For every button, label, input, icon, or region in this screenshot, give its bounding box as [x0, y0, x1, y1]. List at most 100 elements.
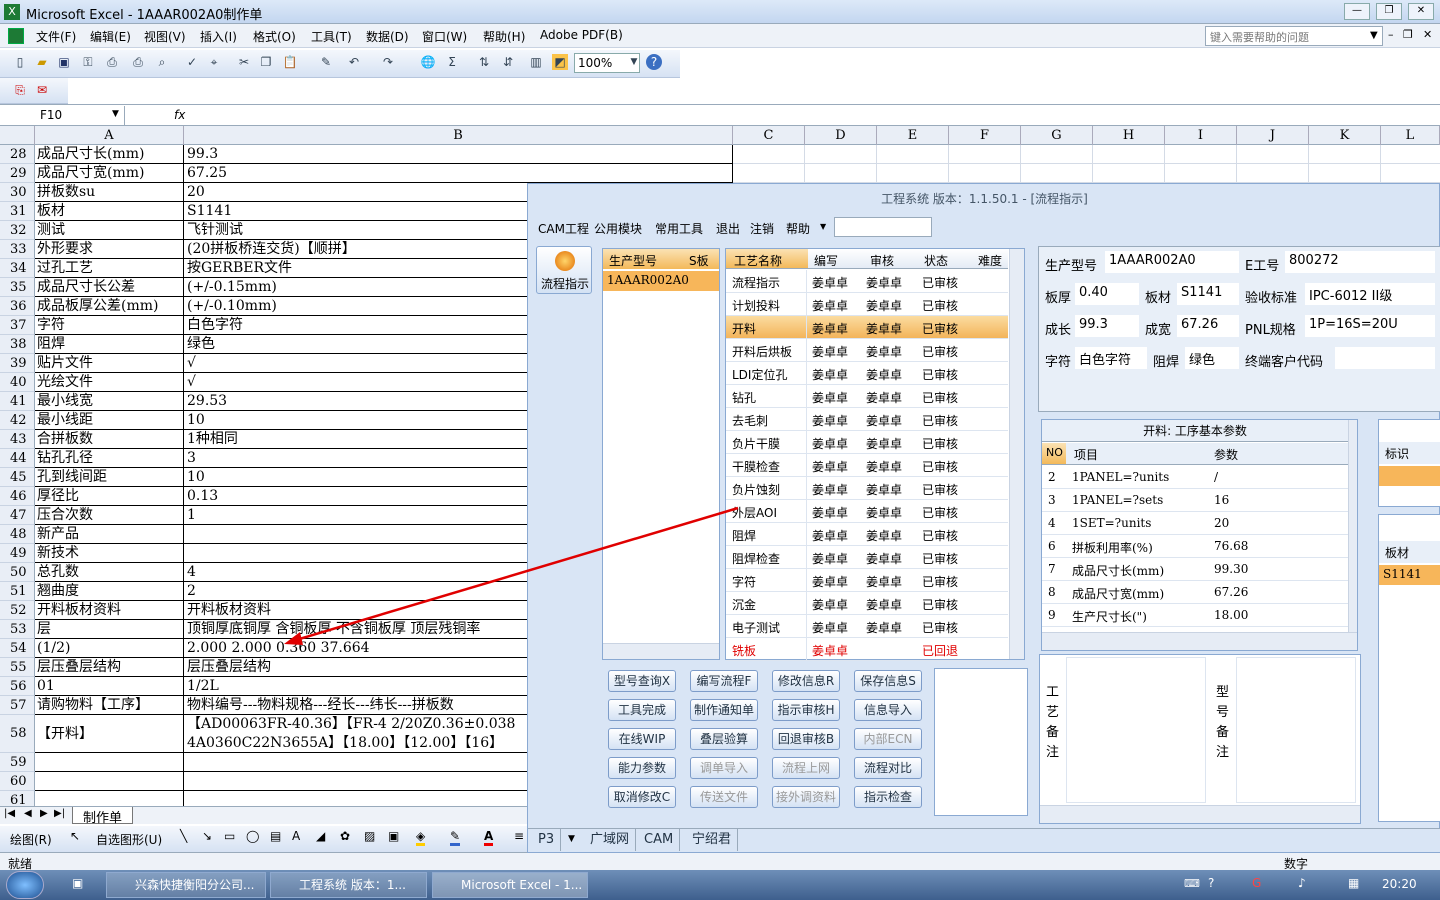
tray-network-icon[interactable]: ▦ — [1348, 876, 1359, 890]
cell-a[interactable]: 层 — [35, 620, 184, 639]
app-combo[interactable] — [834, 217, 932, 237]
cell-b[interactable]: 67.25 — [184, 164, 733, 183]
restore-button[interactable]: ❐ — [1376, 3, 1402, 20]
cell-a[interactable]: 字符 — [35, 316, 184, 335]
flow-row[interactable]: 去毛刺 姜卓卓 姜卓卓 已审核 — [726, 408, 1008, 431]
cell-a[interactable]: 厚径比 — [35, 487, 184, 506]
row-number[interactable]: 37 — [0, 316, 35, 335]
col-header[interactable]: G — [1021, 126, 1093, 145]
cell-a[interactable]: 翘曲度 — [35, 582, 184, 601]
pnl-field[interactable]: 1P=16S=20U — [1305, 315, 1435, 337]
length-field[interactable]: 99.3 — [1075, 315, 1139, 337]
minimize-button[interactable]: — — [1344, 3, 1370, 20]
col-header[interactable]: F — [949, 126, 1021, 145]
row-number[interactable]: 35 — [0, 278, 35, 297]
params-row[interactable]: 9 生产尺寸长(") 18.00 — [1042, 604, 1348, 627]
action-button[interactable]: 流程对比 — [854, 757, 922, 779]
row-number[interactable]: 30 — [0, 183, 35, 202]
params-row[interactable]: 6 拼板利用率(%) 76.68 — [1042, 535, 1348, 558]
col-header[interactable]: B — [184, 126, 733, 145]
params-row[interactable]: 2 1PANEL=?units / — [1042, 466, 1348, 489]
cell-a[interactable]: 光绘文件 — [35, 373, 184, 392]
model-notes-input[interactable] — [1236, 657, 1356, 803]
footer-tab-p3[interactable]: P3 — [532, 829, 562, 851]
action-button[interactable]: 在线WIP — [608, 728, 676, 750]
flow-col-reviewer[interactable]: 审核 — [870, 252, 894, 269]
function-icon[interactable]: fx — [174, 108, 185, 122]
row-number[interactable]: 28 — [0, 145, 35, 164]
row-number[interactable]: 44 — [0, 449, 35, 468]
row-number[interactable]: 46 — [0, 487, 35, 506]
material-field[interactable]: S1141 — [1177, 283, 1239, 305]
row-number[interactable]: 42 — [0, 411, 35, 430]
material-mini-row[interactable]: S1141 — [1379, 565, 1440, 585]
menu-format[interactable]: 格式(O) — [253, 28, 296, 45]
cell-a[interactable]: 开料板材资料 — [35, 601, 184, 620]
row-number[interactable]: 58 — [0, 715, 35, 753]
menu-adobe-pdf[interactable]: Adobe PDF(B) — [540, 28, 623, 42]
row-number[interactable]: 55 — [0, 658, 35, 677]
flow-row[interactable]: 负片干膜 姜卓卓 姜卓卓 已审核 — [726, 431, 1008, 454]
line-icon[interactable]: ╲ — [180, 829, 187, 843]
menu-edit[interactable]: 编辑(E) — [90, 28, 131, 45]
action-button[interactable]: 调单导入 — [690, 757, 758, 779]
app-menu-logout[interactable]: 注销 — [750, 220, 774, 237]
menu-tools[interactable]: 工具(T) — [311, 28, 352, 45]
flow-col-status[interactable]: 状态 — [924, 252, 948, 269]
cell-a[interactable]: 层压叠层结构 — [35, 658, 184, 677]
image-icon[interactable]: ▣ — [388, 829, 399, 843]
spelling-icon[interactable]: ✓ — [184, 54, 200, 70]
cell-a[interactable]: 阻焊 — [35, 335, 184, 354]
row-number[interactable]: 48 — [0, 525, 35, 544]
tray-volume-icon[interactable]: ♪ — [1298, 876, 1306, 890]
redo-icon[interactable]: ↷ — [380, 54, 396, 70]
tray-keyboard-icon[interactable]: ⌨ — [1184, 877, 1200, 890]
prev-sheet-icon[interactable]: ◀ — [24, 808, 32, 819]
chart-wizard-icon[interactable]: ▥ — [528, 54, 544, 70]
preview-icon[interactable]: ⌕ — [154, 54, 170, 70]
quicklaunch-icon[interactable]: ▣ — [72, 876, 83, 890]
cell-a[interactable]: 成品板厚公差(mm) — [35, 297, 184, 316]
flow-row[interactable]: 负片蚀刻 姜卓卓 姜卓卓 已审核 — [726, 477, 1008, 500]
app-menu-common[interactable]: 公用模块 — [594, 220, 642, 237]
sort-asc-icon[interactable]: ⇅ — [476, 54, 492, 70]
row-number[interactable]: 52 — [0, 601, 35, 620]
help-search-input[interactable]: 键入需要帮助的问题 — [1205, 26, 1383, 46]
line-style-icon[interactable]: ≡ — [514, 829, 524, 843]
tray-help-icon[interactable]: ? — [1208, 876, 1214, 890]
flow-row[interactable]: 铣板 姜卓卓 已回退 — [726, 638, 1008, 661]
cell-a[interactable]: 钻孔孔径 — [35, 449, 184, 468]
params-vscroll[interactable] — [1348, 420, 1357, 632]
footer-tab-wan[interactable]: 广域网 — [584, 829, 637, 851]
solder-mask-field[interactable]: 绿色 — [1185, 347, 1239, 369]
row-number[interactable]: 39 — [0, 354, 35, 373]
row-number[interactable]: 56 — [0, 677, 35, 696]
row-number[interactable]: 47 — [0, 506, 35, 525]
pdf-convert-icon[interactable]: ⎘ — [12, 82, 28, 98]
row-number[interactable]: 57 — [0, 696, 35, 715]
app-menu-help[interactable]: 帮助 — [786, 220, 810, 237]
col-header[interactable]: E — [877, 126, 949, 145]
sboard-col-header[interactable]: S板 — [689, 252, 709, 269]
flow-row[interactable]: 外层AOI 姜卓卓 姜卓卓 已审核 — [726, 500, 1008, 523]
footer-dropdown-icon[interactable]: ▼ — [568, 834, 575, 844]
row-number[interactable]: 29 — [0, 164, 35, 183]
sheet-tab[interactable]: 制作单 — [72, 807, 134, 826]
col-header[interactable]: L — [1381, 126, 1440, 145]
autosum-icon[interactable]: Σ — [444, 54, 460, 70]
menu-window[interactable]: 窗口(W) — [422, 28, 467, 45]
params-row[interactable]: 4 1SET=?units 20 — [1042, 512, 1348, 535]
cut-icon[interactable]: ✂ — [236, 54, 252, 70]
autoshape-menu[interactable]: 自选图形(U) — [96, 831, 162, 848]
flow-row[interactable]: 沉金 姜卓卓 姜卓卓 已审核 — [726, 592, 1008, 615]
print-icon[interactable]: ⎙ — [104, 54, 120, 70]
open-icon[interactable]: ▰ — [34, 54, 50, 70]
cell-a[interactable]: 最小线宽 — [35, 392, 184, 411]
row-number[interactable]: 40 — [0, 373, 35, 392]
rectangle-icon[interactable]: ▭ — [224, 829, 235, 843]
taskbar-item-engineering[interactable]: 工程系统 版本：1... — [270, 872, 427, 898]
cell-b[interactable]: 99.3 — [184, 145, 733, 164]
undo-icon[interactable]: ↶ — [346, 54, 362, 70]
cell-a[interactable]: 01 — [35, 677, 184, 696]
first-sheet-icon[interactable]: |◀ — [4, 808, 15, 819]
